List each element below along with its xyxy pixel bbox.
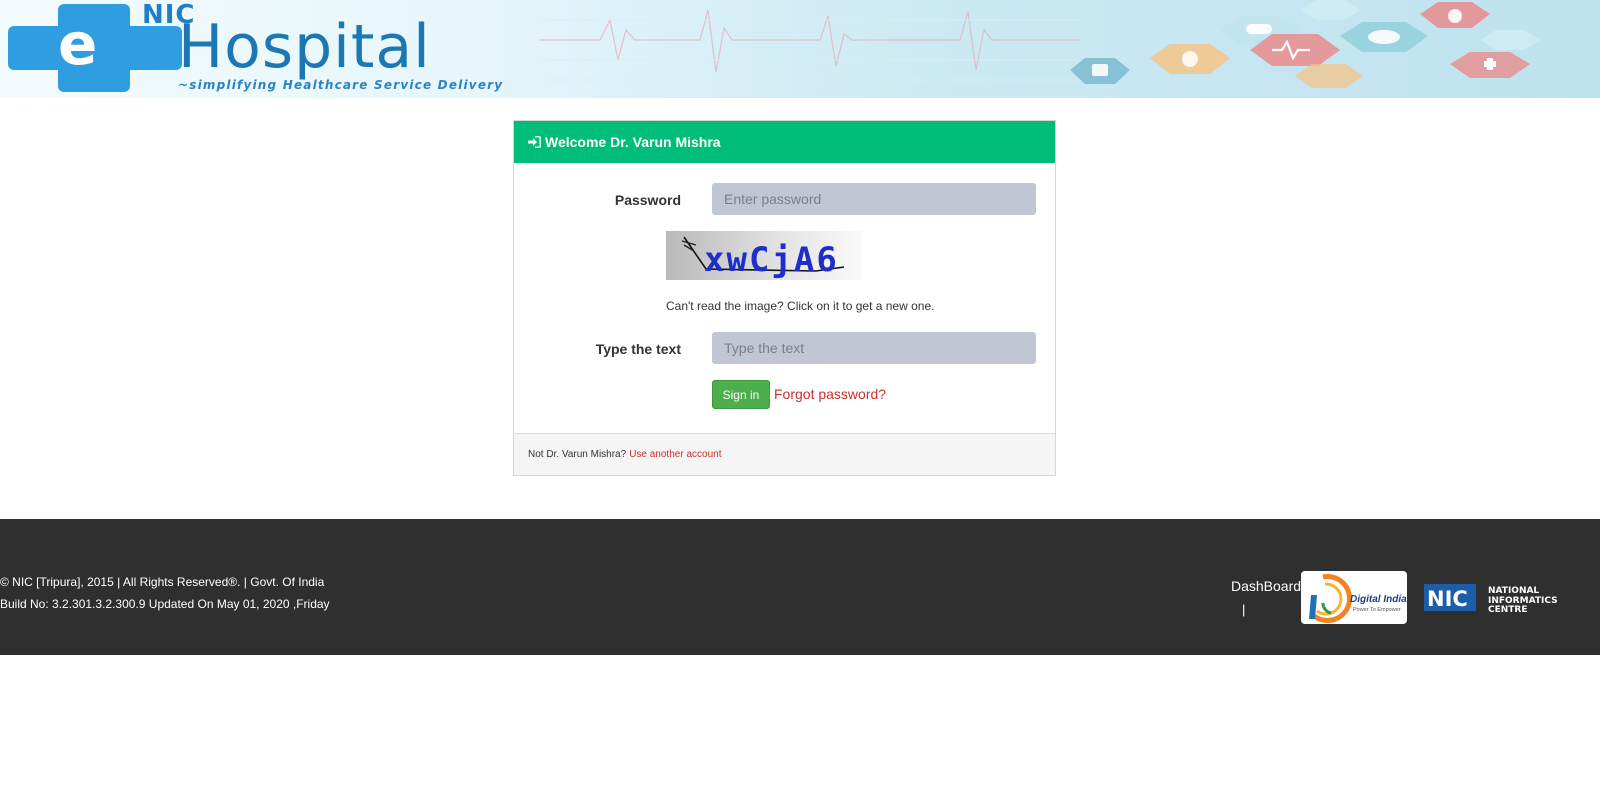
build-info-text: Build No: 3.2.301.3.2.300.9 Updated On M…	[0, 597, 330, 611]
captcha-label: Type the text	[595, 341, 681, 357]
nic-logo[interactable]: NIC NATIONAL INFORMATICS CENTRE	[1424, 583, 1598, 613]
nic-logo-line1: NATIONAL	[1488, 586, 1539, 596]
digital-india-subtitle: Power To Empower	[1353, 607, 1401, 613]
password-label: Password	[614, 192, 681, 208]
captcha-hint: Can't read the image? Click on it to get…	[666, 299, 935, 313]
digital-india-logo[interactable]: Digital India Power To Empower	[1301, 571, 1407, 624]
captcha-input[interactable]	[712, 332, 1036, 364]
dashboard-link[interactable]: DashBoard	[1231, 578, 1301, 594]
ecg-line-graphic	[540, 9, 1080, 81]
captcha-image[interactable]: xwCjA6	[666, 231, 862, 280]
page-footer: © NIC [Tripura], 2015 | All Rights Reser…	[0, 519, 1600, 655]
password-input[interactable]	[712, 183, 1036, 215]
sign-in-icon	[528, 136, 541, 148]
sign-in-button[interactable]: Sign in	[712, 380, 770, 409]
medical-icons-graphic	[1070, 0, 1540, 88]
header-banner: e NIC Hospital ~simplifying Healthcare S…	[0, 0, 1600, 98]
brand-hospital-text: Hospital	[178, 12, 431, 82]
not-user-text: Not Dr. Varun Mishra?	[528, 449, 627, 460]
welcome-title: Welcome Dr. Varun Mishra	[545, 134, 721, 150]
brand-tagline: ~simplifying Healthcare Service Delivery	[178, 78, 504, 92]
login-panel-footer: Not Dr. Varun Mishra? Use another accoun…	[514, 433, 1055, 475]
use-another-account-link[interactable]: Use another account	[629, 449, 721, 460]
nic-logo-line3: CENTRE	[1488, 605, 1528, 613]
login-panel-header: Welcome Dr. Varun Mishra	[514, 121, 1055, 163]
login-panel: Welcome Dr. Varun Mishra Password xwCjA6…	[513, 120, 1056, 476]
footer-separator: |	[1242, 602, 1246, 617]
captcha-text: xwCjA6	[704, 240, 839, 280]
nic-logo-short: NIC	[1427, 587, 1468, 611]
brand-e-letter: e	[58, 10, 98, 78]
copyright-text: © NIC [Tripura], 2015 | All Rights Reser…	[0, 575, 325, 589]
forgot-password-link[interactable]: Forgot password?	[774, 386, 886, 402]
digital-india-title: Digital India	[1350, 594, 1407, 605]
